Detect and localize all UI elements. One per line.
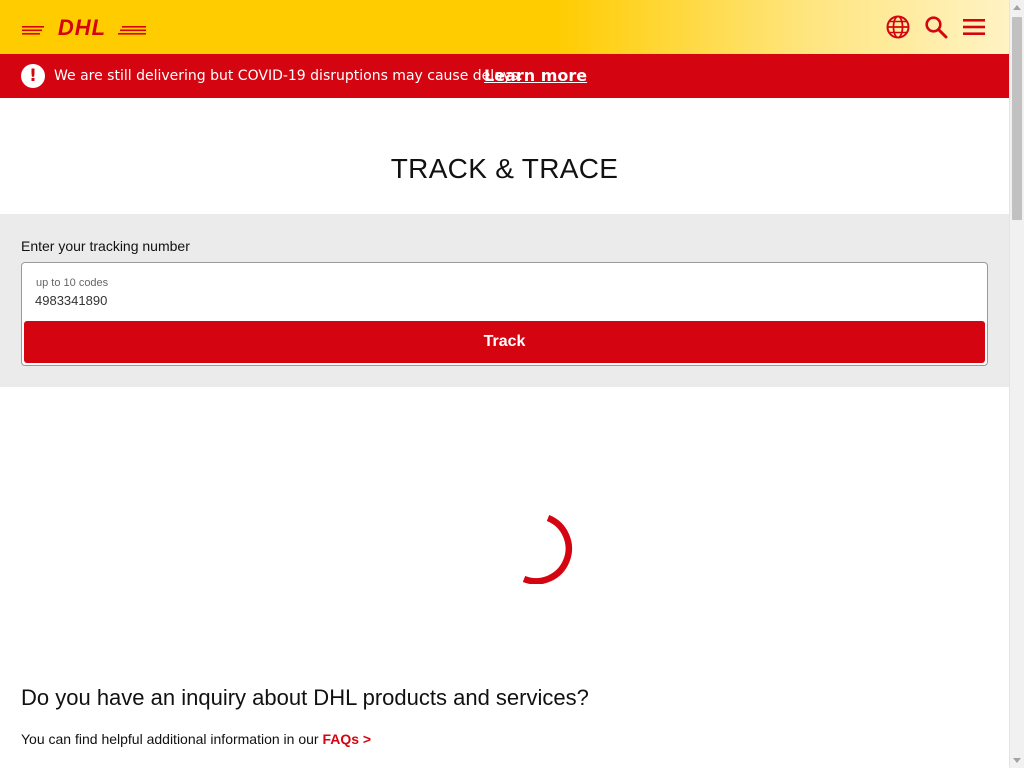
track-button[interactable]: Track [24, 321, 985, 363]
tracking-input-hint: up to 10 codes [36, 277, 109, 289]
menu-icon[interactable] [961, 14, 987, 40]
scroll-up-arrow-icon[interactable] [1013, 5, 1021, 10]
covid-alert-bar: ! We are still delivering but COVID-19 d… [0, 54, 1009, 98]
search-icon[interactable] [923, 14, 949, 40]
page-title: TRACK & TRACE [390, 153, 619, 184]
exclamation-icon: ! [21, 64, 45, 88]
scrollbar-thumb[interactable] [1012, 17, 1022, 220]
tracking-label: Enter your tracking number [21, 238, 190, 254]
site-header: DHL [0, 0, 1009, 54]
inquiry-description: You can find helpful additional informat… [21, 731, 319, 747]
loading-spinner-icon [522, 514, 572, 584]
svg-text:DHL: DHL [58, 17, 106, 37]
tracking-form: up to 10 codes Track [21, 262, 988, 366]
learn-more-link[interactable]: Learn more [484, 66, 587, 85]
inquiry-text: You can find helpful additional informat… [21, 731, 371, 747]
faqs-link[interactable]: FAQs > [322, 731, 371, 747]
tracking-panel: Enter your tracking number up to 10 code… [0, 214, 1009, 387]
inquiry-heading: Do you have an inquiry about DHL product… [21, 685, 589, 710]
tracking-number-input[interactable] [35, 293, 935, 308]
scroll-down-arrow-icon[interactable] [1013, 758, 1021, 763]
dhl-logo[interactable]: DHL [22, 17, 146, 37]
alert-message: We are still delivering but COVID-19 dis… [54, 68, 523, 84]
page-scrollbar[interactable] [1009, 0, 1024, 768]
page: DHL ! We are still delivering but COVID-… [0, 0, 1009, 768]
globe-icon[interactable] [885, 14, 911, 40]
